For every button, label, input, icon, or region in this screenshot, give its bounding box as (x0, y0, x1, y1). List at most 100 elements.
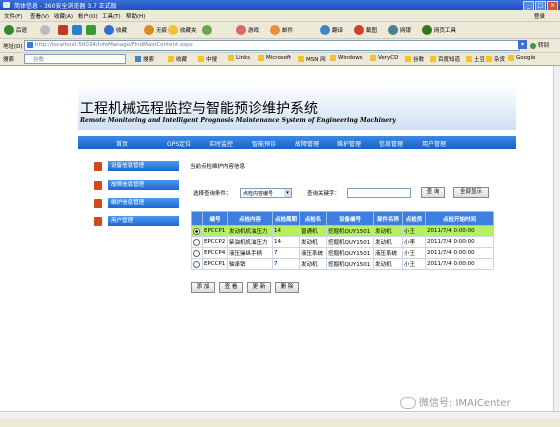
query-condition-select[interactable]: 点检内容编号 ▾ (240, 188, 292, 198)
menu-tools[interactable]: 工具(T) (102, 12, 121, 20)
nav-info[interactable]: 信息管理 (379, 139, 403, 148)
home-icon (86, 25, 96, 35)
menu-help[interactable]: 帮助(H) (126, 12, 145, 20)
toolbar-extra[interactable] (202, 25, 214, 35)
toolbar-mail[interactable]: 邮件 (270, 25, 293, 35)
table-row[interactable]: EPCCP1 发动机机油压力 14 普通机 挖掘机QUY1501 发动机 小王 … (191, 225, 494, 237)
toolbar-translate[interactable]: 翻译 (320, 25, 343, 35)
view-button[interactable]: 查 看 (219, 282, 243, 293)
sidebar-item-users[interactable]: 用户管理 (94, 216, 182, 227)
row-radio[interactable] (191, 247, 203, 259)
sidebar-item-equipment[interactable]: 设备信息管理 (94, 161, 182, 172)
row-radio[interactable] (191, 225, 203, 237)
menu-file[interactable]: 文件(F) (4, 12, 22, 20)
row-radio[interactable] (191, 258, 203, 270)
folder-icon (466, 56, 472, 62)
scissors-icon (354, 25, 364, 35)
col-id: 编号 (202, 211, 228, 226)
incognito-icon (144, 25, 154, 35)
update-button[interactable]: 更 新 (247, 282, 271, 293)
keyword-input[interactable] (347, 188, 411, 198)
mail-icon (270, 25, 280, 35)
menu-favorites[interactable]: 收藏(A) (54, 12, 73, 20)
fav-item-10[interactable]: 土豆 (466, 55, 485, 63)
cell-name: 普通机 (299, 225, 327, 237)
address-dropdown-icon[interactable]: ▾ (518, 40, 527, 49)
cell-part: 发动机 (373, 236, 403, 248)
fav-item-1[interactable]: 收藏 (168, 55, 187, 63)
col-equipment: 设备编号 (326, 211, 374, 226)
folder-icon (198, 56, 204, 62)
cell-cycle: 14 (272, 225, 300, 237)
table-row[interactable]: EPCCP4 液压操纵手柄 7 液压系统 挖掘机QUY1501 液压系统 小王 … (191, 247, 494, 259)
home-button[interactable] (86, 25, 98, 35)
search-label: 搜索 (3, 57, 15, 63)
bullet-icon (94, 162, 102, 171)
toolbar-games[interactable]: 游戏 (236, 25, 259, 35)
cell-id: EPCCP1 (202, 225, 228, 237)
toolbar-webtools[interactable]: 网页工具 (422, 25, 456, 35)
back-button[interactable]: 后退 (4, 25, 27, 35)
radio-unselected-icon (193, 249, 200, 257)
fav-item-6[interactable]: Windows (330, 55, 363, 61)
cell-equipment: 挖掘机QUY1501 (326, 247, 374, 259)
address-input[interactable]: http://localhost:50034/InfoManage/FindMa… (24, 40, 520, 51)
fav-item-5[interactable]: MSN 网 (298, 55, 326, 63)
query-button[interactable]: 查 询 (421, 187, 445, 198)
folder-icon (430, 56, 436, 62)
delete-button[interactable]: 删 除 (275, 282, 299, 293)
nav-prognosis[interactable]: 智能预诊 (252, 139, 276, 148)
search-input[interactable]: 谷歌 (24, 54, 126, 64)
nav-realtime[interactable]: 实时监控 (209, 139, 233, 148)
toolbar-bookmarks[interactable]: 收藏夹 (168, 25, 197, 35)
cell-equipment: 挖掘机QUY1501 (326, 225, 374, 237)
nav-home[interactable]: 首页 (116, 139, 128, 148)
row-radio[interactable] (191, 236, 203, 248)
search-icon[interactable]: 搜索 (135, 55, 154, 63)
col-name: 点检名 (299, 211, 327, 226)
show-all-button[interactable]: 全部显示 (453, 187, 489, 198)
col-content: 点检内容 (227, 211, 273, 226)
fav-item-3[interactable]: Links (228, 55, 250, 61)
nav-maintenance[interactable]: 维护管理 (337, 139, 361, 148)
status-bar (0, 419, 560, 427)
menu-account[interactable]: 帐户(O) (78, 12, 98, 20)
fav-item-9[interactable]: 百度知道 (430, 55, 460, 63)
bullet-icon (94, 217, 102, 226)
stop-button[interactable] (58, 25, 70, 35)
fav-item-7[interactable]: VeryCD (370, 55, 398, 61)
toolbar-bank[interactable]: 网银 (388, 25, 411, 35)
cell-equipment: 挖掘机QUY1501 (326, 236, 374, 248)
table-row[interactable]: EPCCP2 柴油机机油压力 14 发动机 挖掘机QUY1501 发动机 小李 … (191, 236, 494, 248)
forward-button[interactable] (40, 25, 52, 35)
go-button[interactable]: 转到 (530, 41, 549, 49)
toolbar-favorites[interactable]: 收藏 (104, 25, 127, 35)
toolbar-screenshot[interactable]: 截图 (354, 25, 377, 35)
cell-inspector: 小王 (402, 247, 426, 259)
toolbar-incognito[interactable]: 无痕 (144, 25, 167, 35)
cell-part: 发动机 (373, 258, 403, 270)
sidebar-item-faults[interactable]: 故障信息管理 (94, 180, 182, 191)
fav-item-12[interactable]: Google (508, 55, 535, 61)
address-label: 地址(D) (3, 44, 23, 50)
vertical-scrollbar[interactable] (553, 66, 560, 411)
nav-users[interactable]: 用户管理 (422, 139, 446, 148)
refresh-button[interactable] (72, 25, 84, 35)
app-title: 工程机械远程监控与智能预诊维护系统 (80, 101, 318, 117)
nav-faults[interactable]: 故障管理 (295, 139, 319, 148)
star-icon (168, 25, 178, 35)
fav-item-4[interactable]: Microsoft (258, 55, 291, 61)
folder-icon (228, 55, 234, 61)
nav-gps[interactable]: GPS定位 (167, 139, 191, 148)
fav-item-11[interactable]: 杂货 (486, 55, 505, 63)
menu-view[interactable]: 查看(V) (30, 12, 49, 20)
table-row[interactable]: EPCCP1 轴承销 7 发动机 挖掘机QUY1501 发动机 小王 2011/… (191, 258, 494, 270)
sidebar-item-maintenance[interactable]: 维护信息管理 (94, 198, 182, 209)
login-link[interactable]: 登录 (534, 12, 545, 20)
col-select (191, 211, 203, 226)
fav-item-2[interactable]: 中搜 (198, 55, 217, 63)
add-button[interactable]: 添 加 (191, 282, 215, 293)
cell-inspector: 小王 (402, 225, 426, 237)
cell-id: EPCCP2 (202, 236, 228, 248)
fav-item-8[interactable]: 谷歌 (405, 55, 424, 63)
